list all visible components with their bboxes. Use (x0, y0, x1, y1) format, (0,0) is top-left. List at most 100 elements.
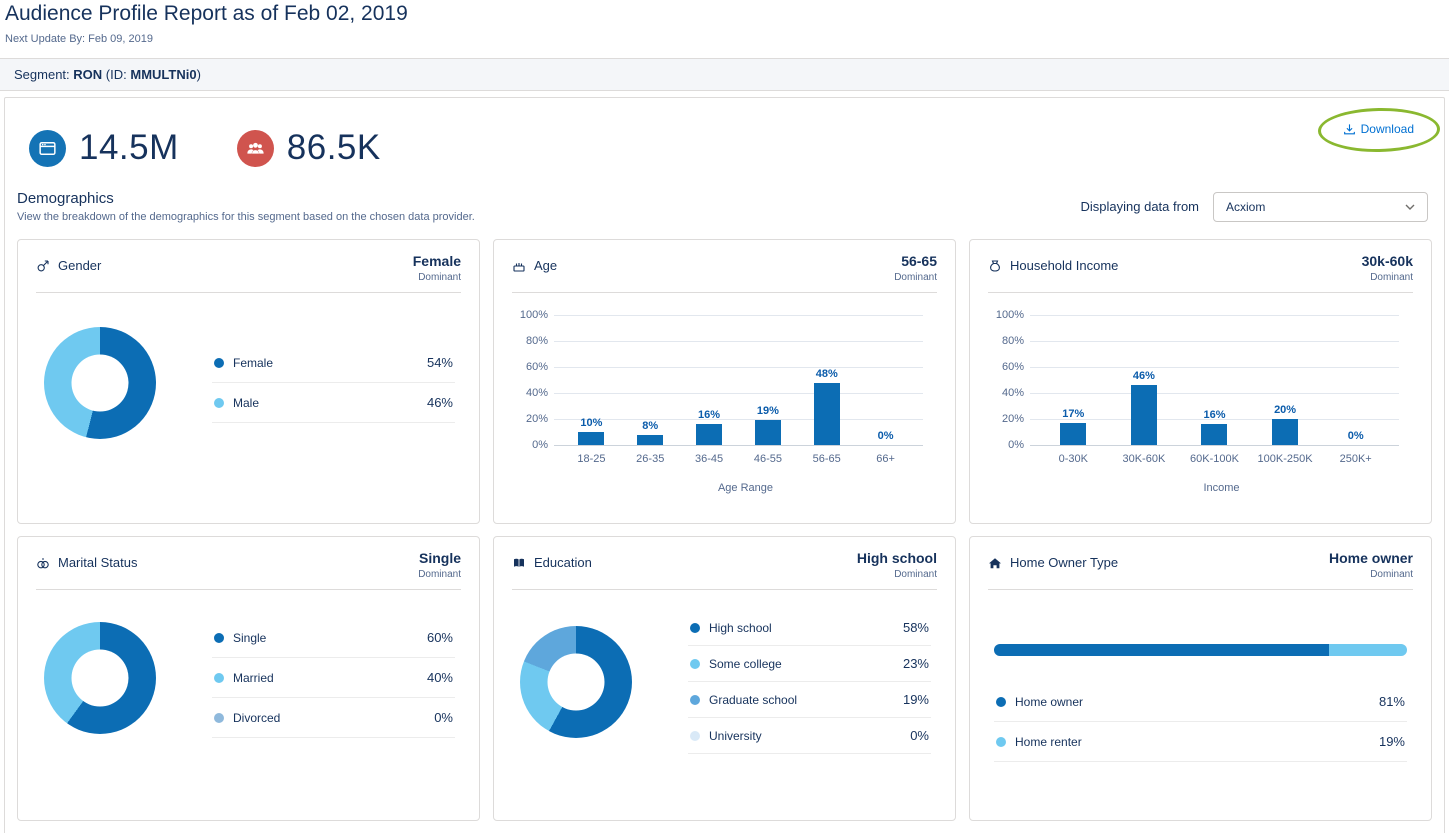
legend-label: Some college (709, 656, 782, 671)
data-provider-select[interactable]: Acxiom (1213, 191, 1428, 222)
hbar-segment (994, 644, 1329, 656)
dominant-value: 30k-60k (1361, 253, 1413, 269)
provider-picker: Displaying data from Acxiom (1081, 191, 1428, 222)
legend-dot (996, 736, 1006, 747)
income-bar-chart: 100% 80% 60% 40% 20% 0% 17% 46% 16% 20% … (970, 293, 1431, 494)
cake-icon (512, 259, 526, 273)
education-legend: High school 58% Some college 23% Graduate … (688, 610, 931, 754)
home-owner-legend: Home owner 81% Home renter 19% (994, 682, 1407, 762)
legend-row: Female 54% (212, 343, 455, 383)
dominant-block: Single Dominant (418, 550, 461, 580)
metric-people: 86.5K (236, 128, 381, 168)
legend-row: Graduate school 19% (688, 682, 931, 718)
legend-row: University 0% (688, 718, 931, 754)
card-title: Gender (58, 258, 102, 273)
legend-label: Female (233, 355, 274, 370)
card-title: Age (534, 258, 558, 273)
legend-value: 81% (1378, 694, 1405, 709)
legend-row: Home renter 19% (994, 722, 1407, 762)
legend-label: Home owner (1015, 694, 1084, 709)
legend-label: Home renter (1015, 734, 1082, 749)
legend-value: 0% (434, 710, 453, 725)
legend-label: Graduate school (709, 692, 798, 707)
legend-value: 19% (1378, 734, 1405, 749)
legend-value: 40% (426, 670, 453, 685)
segment-label: Segment: (14, 67, 70, 82)
demographics-title: Demographics (17, 190, 114, 207)
metric-value: 86.5K (286, 128, 381, 167)
legend-row: Married 40% (212, 658, 455, 698)
dominant-label: Dominant (894, 272, 937, 283)
bar (696, 424, 723, 445)
legend-dot (690, 730, 700, 741)
gender-donut-chart (44, 327, 156, 439)
legend-dot (214, 397, 224, 408)
card-title: Education (534, 555, 592, 570)
card-header: Education High school Dominant (512, 537, 937, 590)
segment-id: MMULTNi0 (130, 67, 197, 82)
x-axis-label: Age Range (717, 482, 774, 494)
age-bar-chart: 100% 80% 60% 40% 20% 0% 10% 8% 16% 19% 4… (494, 293, 955, 494)
education-donut-chart (520, 626, 632, 738)
marital-legend: Single 60% Married 40% Divorced 0% (212, 618, 455, 738)
download-icon (1343, 123, 1356, 136)
segment-id-suffix: ) (196, 67, 201, 82)
dominant-block: Female Dominant (413, 253, 461, 283)
dominant-value: High school (856, 550, 937, 566)
marital-status-card: Marital Status Single Dominant Single 60%… (17, 536, 480, 821)
legend-value: 46% (426, 395, 453, 410)
card-header: Home Owner Type Home owner Dominant (988, 537, 1413, 590)
gender-card: Gender Female Dominant Female 54% Male 46% (17, 239, 480, 524)
demographics-title-block: Demographics View the breakdown of the d… (17, 190, 475, 223)
metric-value: 14.5M (79, 128, 179, 167)
legend-dot (690, 658, 700, 669)
rings-icon (36, 556, 50, 570)
legend-dot (690, 694, 700, 705)
legend-value: 19% (902, 692, 929, 707)
next-update-text: Next Update By: Feb 09, 2019 (5, 33, 153, 45)
education-card: Education High school Dominant High scho… (493, 536, 956, 821)
marital-donut-chart (44, 622, 156, 734)
card-header: Household Income 30k-60k Dominant (988, 240, 1413, 293)
people-icon (236, 129, 274, 167)
dominant-label: Dominant (894, 569, 937, 580)
dominant-value: Home owner (1328, 550, 1413, 566)
legend-row: High school 58% (688, 610, 931, 646)
household-income-card: Household Income 30k-60k Dominant 100% 8… (969, 239, 1432, 524)
legend-dot (996, 696, 1006, 707)
card-title: Household Income (1010, 258, 1119, 273)
legend-label: University (709, 728, 762, 743)
metrics-row: 14.5M 86.5K Download (5, 98, 1444, 176)
gender-legend: Female 54% Male 46% (212, 343, 455, 423)
x-axis-label: Income (1203, 482, 1240, 494)
dominant-label: Dominant (418, 569, 461, 580)
dominant-value: Female (412, 253, 461, 269)
legend-value: 54% (426, 355, 453, 370)
legend-label: Male (233, 395, 260, 410)
home-owner-card: Home Owner Type Home owner Dominant Home… (969, 536, 1432, 821)
card-header: Marital Status Single Dominant (36, 537, 461, 590)
legend-row: Some college 23% (688, 646, 931, 682)
dominant-block: 30k-60k Dominant (1362, 253, 1413, 283)
legend-dot (214, 632, 224, 643)
bar (813, 382, 840, 445)
bar (1272, 419, 1299, 445)
legend-value: 58% (902, 620, 929, 635)
download-button[interactable]: Download (1343, 122, 1414, 136)
page-title: Audience Profile Report as of Feb 02, 20… (5, 2, 408, 25)
legend-row: Male 46% (212, 383, 455, 423)
gender-icon (36, 259, 50, 273)
book-icon (512, 556, 526, 570)
metric-impressions: 14.5M (29, 128, 179, 168)
dominant-label: Dominant (1370, 569, 1413, 580)
legend-dot (214, 712, 224, 723)
dominant-value: Single (418, 550, 461, 566)
demographics-subtitle: View the breakdown of the demographics f… (17, 211, 475, 223)
bar (637, 434, 664, 445)
legend-label: High school (709, 620, 772, 635)
bar (754, 420, 781, 445)
card-title: Home Owner Type (1010, 555, 1119, 570)
legend-value: 60% (426, 630, 453, 645)
home-owner-bar-chart: Home owner 81% Home renter 19% (970, 590, 1431, 762)
provider-value: Acxiom (1226, 199, 1266, 214)
